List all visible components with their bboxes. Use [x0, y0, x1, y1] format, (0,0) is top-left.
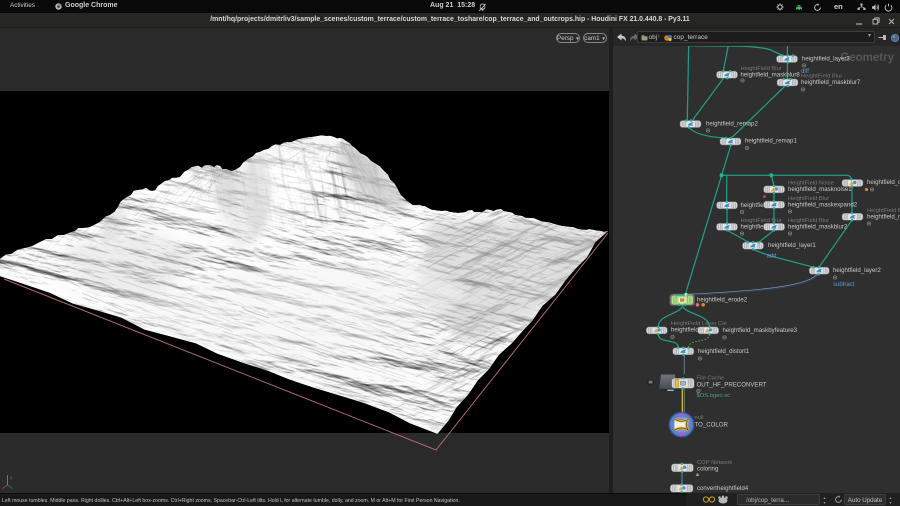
- svg-text:heightfield_distort1: heightfield_distort1: [698, 348, 750, 355]
- svg-text:heightfield_maskblur7: heightfield_maskblur7: [801, 79, 861, 86]
- svg-text:TO_COLOR: TO_COLOR: [695, 422, 729, 429]
- svg-text:OUT_HF_PRECONVERT: OUT_HF_PRECONVERT: [697, 382, 767, 389]
- svg-text:$OS.bgeo.sc: $OS.bgeo.sc: [697, 393, 731, 399]
- svg-text:heightfield_maskb: heightfield_maskb: [867, 213, 900, 220]
- svg-text:subtract: subtract: [833, 282, 855, 288]
- svg-text:heightfield_layer1: heightfield_layer1: [768, 242, 816, 249]
- svg-text:y: y: [10, 475, 13, 480]
- svg-text:heightfield_layer3: heightfield_layer3: [802, 56, 850, 63]
- svg-text:heightfield_maskblur2: heightfield_maskblur2: [788, 224, 848, 231]
- svg-text:heightfield_remap2: heightfield_remap2: [706, 121, 758, 128]
- svg-text:add: add: [767, 254, 777, 260]
- svg-text:heightfield_drawm: heightfield_drawm: [867, 179, 900, 186]
- svg-text:heightfield_maskbyfeature3: heightfield_maskbyfeature3: [723, 327, 798, 334]
- svg-text:coloring: coloring: [697, 466, 718, 473]
- svg-text:convertheightfield4: convertheightfield4: [697, 485, 749, 492]
- svg-text:heightfield_masknoise1: heightfield_masknoise1: [788, 186, 852, 193]
- svg-text:heightfield_remap1: heightfield_remap1: [745, 138, 797, 145]
- svg-text:heightfield_maskexpand2: heightfield_maskexpand2: [788, 202, 858, 209]
- svg-text:heightfield_layer2: heightfield_layer2: [833, 267, 881, 274]
- svg-text:heightfield_erode2: heightfield_erode2: [697, 297, 748, 304]
- svg-text:null: null: [695, 415, 704, 421]
- svg-text:heightfield_maskblur8: heightfield_maskblur8: [741, 72, 801, 79]
